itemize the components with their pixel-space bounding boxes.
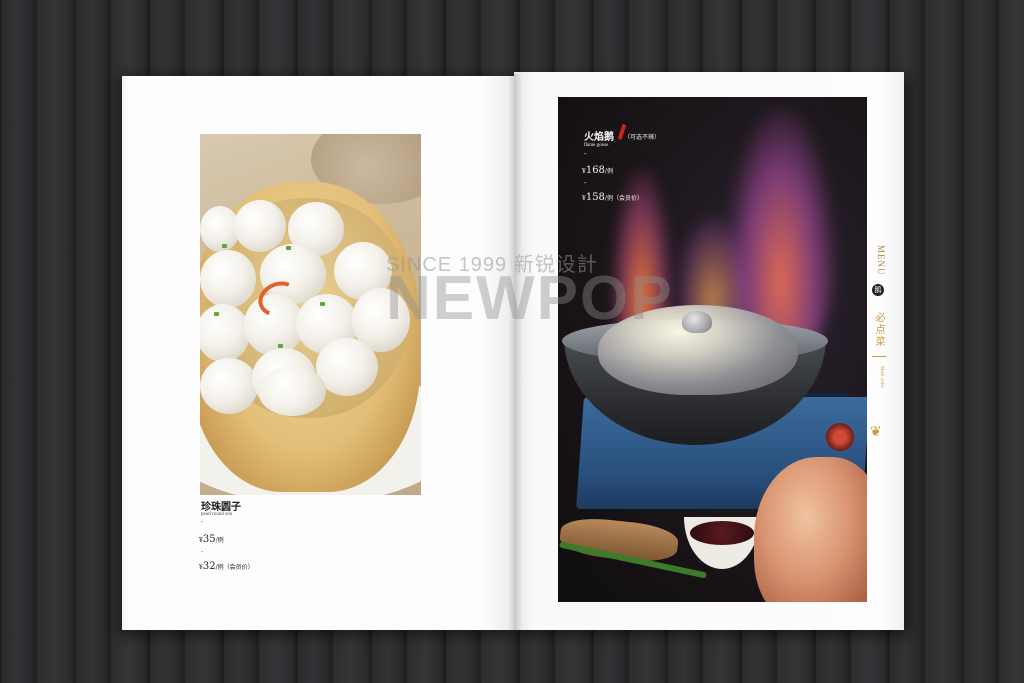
pearl-ball (234, 200, 286, 252)
left-dish-english: pearl round son (201, 512, 233, 517)
price-value: 35 (202, 534, 216, 545)
scallion-garnish (286, 246, 291, 250)
stove-dial (826, 423, 854, 451)
category-title: 必点菜 (873, 312, 884, 348)
pearl-ball (200, 250, 256, 308)
scallion-garnish (320, 302, 325, 306)
left-dish-name: 珍珠圆子 (201, 502, 241, 513)
scallion-garnish (278, 344, 283, 348)
right-dish-option-note: （可选不辣） (624, 134, 661, 141)
pearl-ball (258, 366, 326, 416)
right-dish-price: ¥168/例 (582, 165, 613, 176)
right-dish-name: 火焰鹅 (584, 132, 614, 143)
price-unit: /例 (604, 168, 613, 175)
lid-knob (682, 311, 712, 333)
left-dish-dash-2: - (201, 548, 204, 556)
right-dish-dash: - (584, 150, 587, 158)
ornament-icon: ❦ (870, 424, 882, 440)
scallion-garnish (222, 244, 227, 248)
pearl-ball (200, 358, 258, 414)
price-unit: /例（会员价） (604, 195, 643, 202)
price-value: 158 (585, 192, 605, 203)
price-value: 32 (202, 561, 216, 572)
right-dish-dash-2: - (584, 179, 587, 187)
menu-tab-label: MENU (876, 245, 886, 276)
price-unit: /例 (215, 537, 224, 544)
category-title-english: Must order (879, 366, 884, 389)
watermark-logo: NEWPOP (386, 264, 674, 333)
price-value: 168 (585, 165, 605, 176)
left-dish-member-price: ¥32/例（会员价） (199, 561, 254, 572)
sauce (690, 521, 754, 545)
left-dish-dash: - (201, 518, 204, 526)
scallion-garnish (214, 312, 219, 316)
right-dish-member-price: ¥158/例（会员价） (582, 192, 643, 203)
category-badge: 鹅 (872, 284, 884, 296)
book-spine (508, 74, 522, 630)
tab-divider (872, 356, 886, 357)
left-dish-price: ¥35/例 (199, 534, 224, 545)
right-dish-english: flame goose (584, 143, 609, 148)
price-unit: /例（会员价） (215, 564, 254, 571)
